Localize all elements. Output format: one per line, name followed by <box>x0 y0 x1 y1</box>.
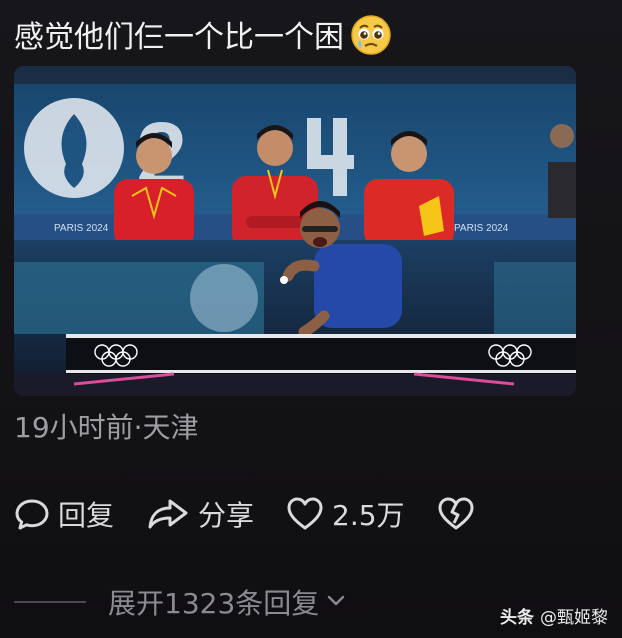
post-text-content: 感觉他们仨一个比一个困 <box>14 20 344 55</box>
banner-tag-right: PARIS 2024 <box>454 223 509 234</box>
post-photo[interactable]: 2 PARIS 2024 PARIS 2024 <box>14 66 576 396</box>
watermark-handle: @甄姬黎 <box>540 608 608 628</box>
post-meta: 19小时前·天津 <box>14 411 199 444</box>
like-count: 2.5万 <box>332 499 405 532</box>
share-arrow-icon <box>146 496 190 532</box>
watermark-brand: 头条 <box>500 608 534 628</box>
share-label: 分享 <box>198 499 255 532</box>
heart-icon <box>286 496 324 532</box>
share-button[interactable]: 分享 <box>146 494 254 534</box>
expand-replies-label: 展开1323条回复 <box>108 587 320 620</box>
dislike-button[interactable] <box>437 496 475 532</box>
banner-tag-left: PARIS 2024 <box>54 223 109 234</box>
reply-label: 回复 <box>58 499 115 532</box>
action-bar: 回复 分享 2.5万 <box>14 492 507 536</box>
like-button[interactable]: 2.5万 <box>286 494 405 534</box>
comment-bubble-icon <box>14 496 50 532</box>
pleading-face-emoji-icon <box>350 14 392 56</box>
table-net <box>66 334 576 374</box>
post-text: 感觉他们仨一个比一个困 <box>14 14 392 58</box>
expand-divider <box>14 601 86 603</box>
watermark: 头条 @甄姬黎 <box>500 603 608 628</box>
expand-replies[interactable]: 展开1323条回复 <box>14 580 347 624</box>
reply-button[interactable]: 回复 <box>14 494 114 534</box>
chevron-down-icon <box>325 589 347 615</box>
broken-heart-icon <box>437 496 475 532</box>
